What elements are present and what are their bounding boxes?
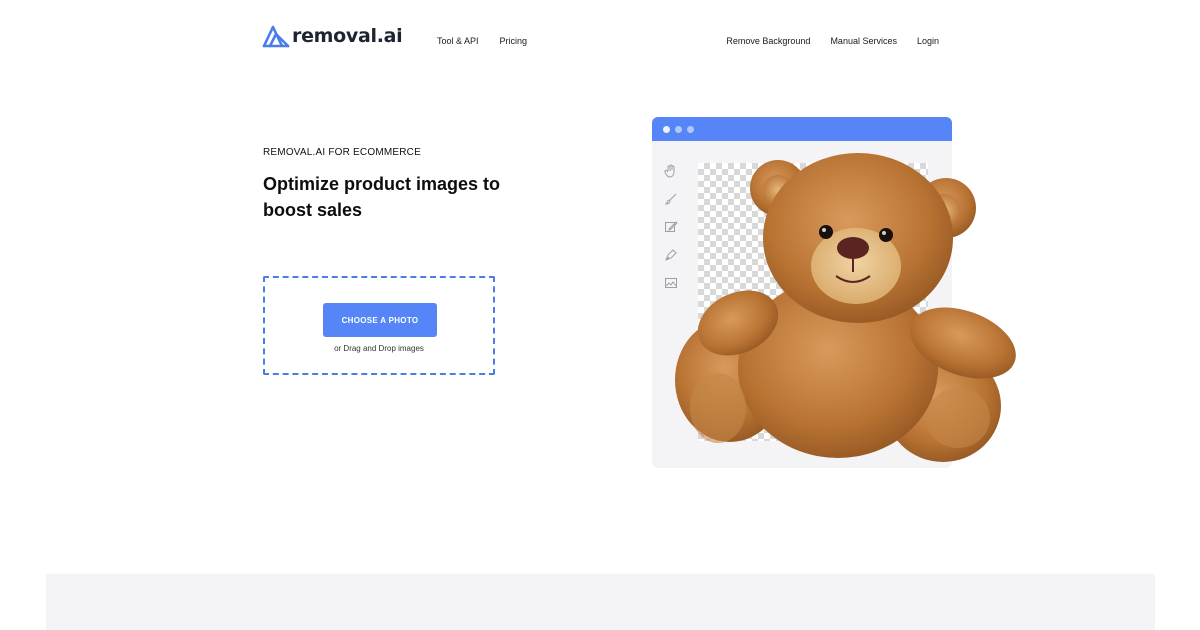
nav-manual-services[interactable]: Manual Services	[830, 36, 897, 46]
hero-eyebrow: REMOVAL.AI FOR ECOMMERCE	[263, 147, 421, 158]
primary-nav: Tool & API Pricing	[437, 36, 527, 46]
window-dot-icon	[663, 125, 670, 133]
nav-tool-api[interactable]: Tool & API	[437, 36, 479, 46]
window-dot-icon	[675, 125, 682, 133]
logo-text: removal.ai	[292, 25, 403, 47]
logo[interactable]: removal.ai	[262, 24, 403, 48]
window-dot-icon	[687, 125, 694, 133]
upload-dropzone[interactable]: CHOOSE A PHOTO or Drag and Drop images	[263, 276, 495, 375]
next-section-band	[46, 574, 1155, 630]
choose-photo-button[interactable]: CHOOSE A PHOTO	[323, 303, 437, 337]
hero-headline: Optimize product images to boost sales	[263, 174, 501, 220]
window-titlebar	[652, 117, 952, 141]
nav-pricing[interactable]: Pricing	[500, 36, 528, 46]
site-header: removal.ai Tool & API Pricing Remove Bac…	[0, 0, 1200, 84]
logo-icon	[262, 25, 290, 48]
teddy-bear-image	[675, 153, 1016, 462]
drag-drop-hint: or Drag and Drop images	[334, 344, 424, 353]
nav-remove-background[interactable]: Remove Background	[726, 36, 810, 46]
secondary-nav: Remove Background Manual Services Login	[726, 36, 939, 46]
nav-login[interactable]: Login	[917, 36, 939, 46]
